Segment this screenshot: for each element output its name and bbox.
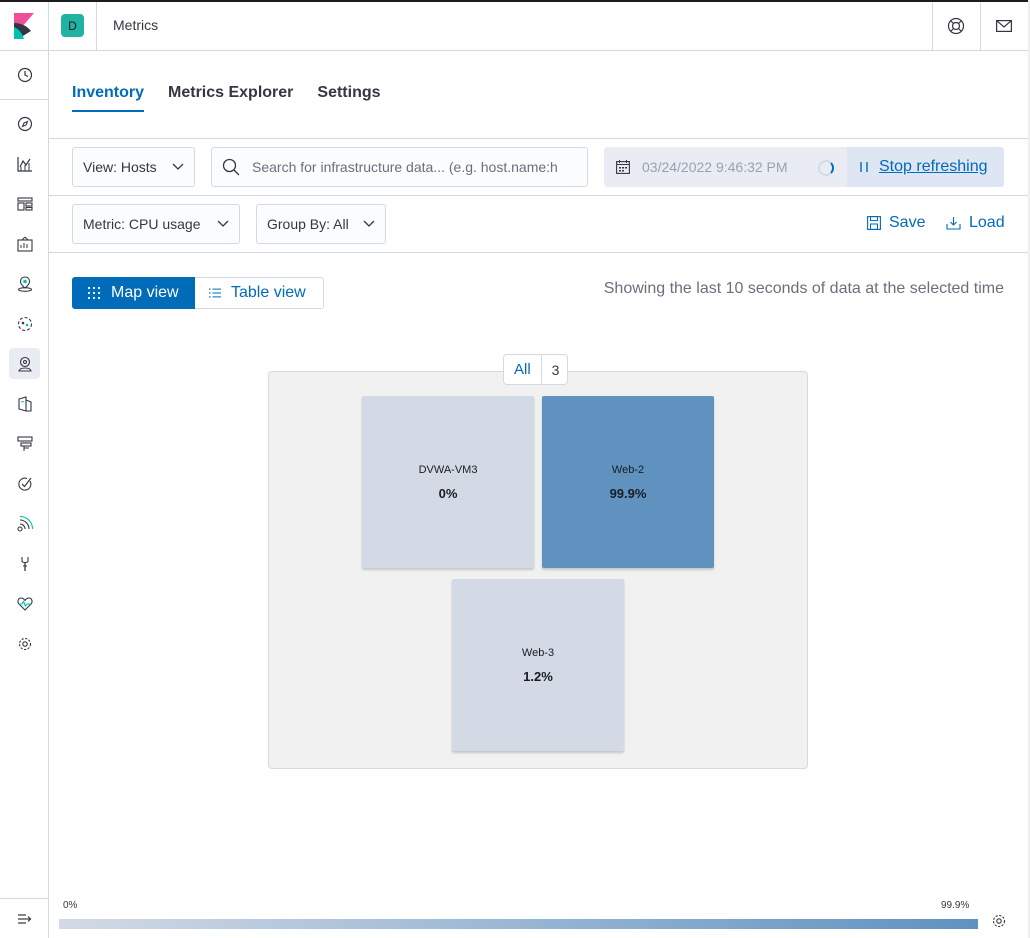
logs-icon[interactable] — [9, 388, 40, 419]
group-name: All — [504, 355, 542, 384]
table-view-button[interactable]: Table view — [195, 277, 324, 309]
monitoring-icon[interactable] — [9, 588, 40, 619]
group-count: 3 — [551, 361, 560, 378]
chevron-down-icon — [363, 220, 375, 227]
chevron-down-icon — [217, 220, 229, 227]
kibana-logo[interactable] — [0, 2, 49, 50]
host-node-value: 0% — [438, 485, 458, 501]
tab-inventory[interactable]: Inventory — [72, 84, 145, 112]
host-node-name: Web-2 — [611, 463, 645, 476]
view-select-label: View: Hosts — [83, 159, 157, 175]
host-node-name: Web-3 — [521, 646, 555, 659]
filters-divider — [49, 252, 1028, 253]
toolbar-divider — [49, 195, 1028, 196]
group-by-select[interactable]: Group By: All — [256, 204, 386, 244]
date-value: 03/24/2022 9:46:32 PM — [642, 159, 788, 175]
host-node[interactable]: Web-2 99.9% — [542, 396, 714, 568]
save-icon — [867, 216, 881, 230]
stop-refreshing-button[interactable]: Stop refreshing — [847, 147, 1004, 187]
search-bar[interactable] — [211, 147, 588, 187]
apm-icon[interactable] — [9, 428, 40, 459]
host-node-value: 99.9% — [609, 485, 647, 501]
gear-icon — [992, 914, 1006, 928]
view-select[interactable]: View: Hosts — [72, 147, 195, 187]
date-picker[interactable]: 03/24/2022 9:46:32 PM — [604, 147, 847, 187]
calendar-icon — [616, 160, 630, 174]
pause-icon — [860, 162, 868, 172]
save-button[interactable]: Save — [867, 214, 925, 232]
metrics-icon[interactable] — [9, 348, 40, 379]
recent-clock-icon[interactable] — [9, 59, 40, 90]
legend-gradient-bar — [59, 919, 978, 929]
header-divider — [96, 2, 97, 50]
collapse-menu-icon[interactable] — [9, 903, 40, 934]
data-window-status: Showing the last 10 seconds of data at t… — [603, 280, 1004, 297]
management-gear-icon[interactable] — [9, 628, 40, 659]
nav-separator — [0, 99, 48, 100]
legend-max-label: 99.9% — [941, 900, 970, 911]
header-bar: D Metrics — [0, 0, 1030, 51]
legend-min-label: 0% — [63, 900, 78, 911]
tab-metrics-explorer[interactable]: Metrics Explorer — [168, 84, 293, 112]
newsfeed-button[interactable] — [980, 2, 1027, 50]
loading-spinner-icon — [818, 160, 834, 176]
load-label: Load — [969, 214, 1005, 231]
window-frame-top — [0, 0, 1030, 2]
help-button[interactable] — [932, 2, 979, 50]
dev-tools-icon[interactable] — [9, 548, 40, 579]
group-label[interactable]: All 3 — [503, 354, 569, 385]
metric-select-label: Metric: CPU usage — [83, 216, 201, 232]
mail-icon — [996, 20, 1012, 32]
view-toggle: Map view Table view — [72, 277, 324, 309]
grid-dots-icon — [87, 286, 101, 300]
kibana-logo-icon — [14, 13, 34, 39]
dashboard-icon[interactable] — [9, 188, 40, 219]
canvas-icon[interactable] — [9, 228, 40, 259]
uptime-icon[interactable] — [9, 468, 40, 499]
tab-settings[interactable]: Settings — [317, 84, 380, 112]
tabs-divider — [49, 138, 1028, 139]
search-input[interactable] — [252, 159, 572, 175]
group-by-select-label: Group By: All — [267, 216, 349, 232]
save-label: Save — [889, 214, 926, 231]
host-node[interactable]: DVWA-VM3 0% — [362, 396, 534, 568]
siem-icon[interactable] — [9, 508, 40, 539]
breadcrumb: Metrics — [113, 17, 159, 33]
host-node-value: 1.2% — [523, 668, 553, 684]
table-view-label: Table view — [231, 284, 306, 301]
metric-select[interactable]: Metric: CPU usage — [72, 204, 240, 244]
chevron-down-icon — [172, 163, 184, 170]
metrics-tabs: Inventory Metrics Explorer Settings — [72, 84, 381, 112]
visualize-chart-icon[interactable] — [9, 148, 40, 179]
side-navigation — [0, 51, 49, 938]
map-view-label: Map view — [111, 284, 179, 301]
space-avatar[interactable]: D — [61, 14, 84, 37]
help-lifebuoy-icon — [947, 17, 965, 35]
legend-settings-button[interactable] — [989, 911, 1009, 931]
stop-refreshing-label: Stop refreshing — [879, 158, 988, 175]
machine-learning-icon[interactable] — [9, 308, 40, 339]
map-view-button[interactable]: Map view — [72, 277, 195, 309]
download-icon — [946, 217, 961, 230]
host-node-name: DVWA-VM3 — [418, 463, 478, 476]
search-icon — [222, 158, 240, 176]
load-button[interactable]: Load — [946, 214, 1005, 232]
nav-bottom-separator — [0, 898, 48, 899]
list-icon — [209, 288, 221, 298]
discover-compass-icon[interactable] — [9, 108, 40, 139]
host-node[interactable]: Web-3 1.2% — [452, 579, 624, 751]
maps-icon[interactable] — [9, 268, 40, 299]
